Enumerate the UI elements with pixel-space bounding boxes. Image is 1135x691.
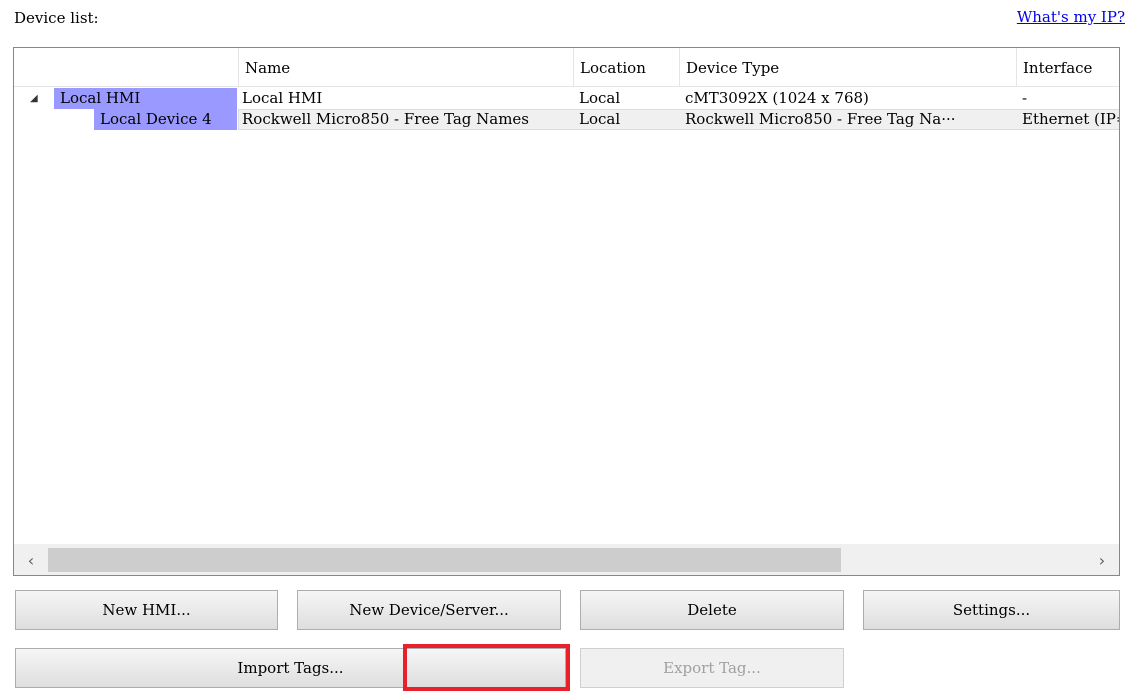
table-row[interactable]: Local Device 4 Rockwell Micro850 - Free … — [14, 109, 1119, 130]
scroll-left-icon[interactable]: ‹ — [14, 544, 48, 575]
scrollbar-thumb[interactable] — [48, 548, 841, 572]
column-header-tree[interactable] — [14, 48, 238, 87]
device-list-table[interactable]: Name Location Device Type Interface ◢ Lo… — [13, 47, 1120, 576]
column-header-device-type[interactable]: Device Type — [679, 48, 1016, 87]
table-row[interactable]: ◢ Local HMI Local HMI Local cMT3092X (10… — [14, 88, 1119, 109]
column-header-location[interactable]: Location — [573, 48, 679, 87]
device-list-window: Device list: What's my IP? Name Location… — [0, 0, 1135, 691]
cell-interface: - — [1022, 89, 1028, 107]
collapse-arrow-icon[interactable]: ◢ — [30, 88, 38, 109]
column-header-name[interactable]: Name — [238, 48, 573, 87]
new-hmi-button[interactable]: New HMI... — [15, 590, 278, 630]
import-tags-button[interactable]: Import Tags... — [15, 648, 566, 688]
cell-location: Local — [579, 110, 621, 128]
horizontal-scrollbar[interactable]: ‹ › — [14, 544, 1119, 575]
device-list-label: Device list: — [14, 9, 99, 27]
cell-location: Local — [579, 89, 621, 107]
tree-node-local-hmi[interactable]: Local HMI — [54, 88, 237, 109]
settings-button[interactable]: Settings... — [863, 590, 1120, 630]
export-tag-button: Export Tag... — [580, 648, 844, 688]
tree-node-local-device-4[interactable]: Local Device 4 — [94, 109, 237, 130]
delete-button[interactable]: Delete — [580, 590, 844, 630]
scroll-right-icon[interactable]: › — [1085, 544, 1119, 575]
cell-device-type: Rockwell Micro850 - Free Tag Na··· — [685, 110, 956, 128]
table-header: Name Location Device Type Interface — [14, 48, 1119, 87]
cell-name: Local HMI — [242, 89, 323, 107]
cell-interface: Ethernet (IP= — [1022, 110, 1120, 128]
new-device-server-button[interactable]: New Device/Server... — [297, 590, 561, 630]
cell-device-type: cMT3092X (1024 x 768) — [685, 89, 869, 107]
column-header-interface[interactable]: Interface — [1016, 48, 1119, 87]
whats-my-ip-link[interactable]: What's my IP? — [1017, 8, 1125, 26]
cell-name: Rockwell Micro850 - Free Tag Names — [242, 110, 530, 128]
